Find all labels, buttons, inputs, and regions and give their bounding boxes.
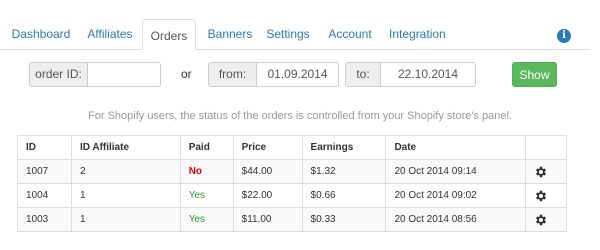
cell-price: $22.00 [232,183,303,208]
column-header-affiliate: ID Affiliate [70,135,181,160]
cell-id: 1003 [17,207,72,232]
cell-id: 1007 [17,159,72,184]
cell-date: 20 Oct 2014 09:14 [385,159,527,184]
column-header-price: Price [232,135,303,160]
gear-icon[interactable] [534,165,548,179]
orders-table: ID ID Affiliate Paid Price Earnings Date… [17,135,567,232]
table-row: 1004 1 Yes $22.00 $0.66 20 Oct 2014 09:0… [17,183,567,208]
show-button[interactable]: Show [512,62,557,87]
or-separator: or [181,67,192,81]
cell-date: 20 Oct 2014 09:02 [385,183,527,208]
cell-earnings: $1.32 [301,159,387,184]
cell-earnings: $0.33 [301,207,387,232]
shopify-notice: For Shopify users, the status of the ord… [88,110,512,122]
cell-paid: Yes [179,183,234,208]
from-date-input[interactable]: 01.09.2014 [257,62,339,87]
cell-price: $11.00 [232,207,303,232]
cell-price: $44.00 [232,159,303,184]
info-icon[interactable]: i [557,29,571,43]
cell-affiliate: 1 [70,207,181,232]
tab-settings[interactable]: Settings [266,18,310,50]
column-header-paid: Paid [179,135,234,160]
cell-paid: Yes [179,207,234,232]
to-date-input[interactable]: 22.10.2014 [381,62,476,87]
from-label: from: [208,62,257,87]
cell-affiliate: 2 [70,159,181,184]
order-id-input[interactable] [88,62,161,87]
table-row: 1003 1 Yes $11.00 $0.33 20 Oct 2014 08:5… [17,207,567,232]
tab-dashboard[interactable]: Dashboard [10,18,72,50]
order-id-label: order ID: [29,62,88,87]
cell-date: 20 Oct 2014 08:56 [385,207,527,232]
tab-banners[interactable]: Banners [205,18,255,50]
cell-id: 1004 [17,183,72,208]
cell-paid: No [179,159,234,184]
table-header-row: ID ID Affiliate Paid Price Earnings Date [17,135,567,160]
table-row: 1007 2 No $44.00 $1.32 20 Oct 2014 09:14 [17,159,567,184]
tab-orders[interactable]: Orders [142,19,196,50]
column-header-actions [525,135,567,160]
tab-integration[interactable]: Integration [389,18,446,50]
tab-affiliates[interactable]: Affiliates [84,18,136,50]
column-header-earnings: Earnings [301,135,387,160]
column-header-date: Date [385,135,527,160]
cell-actions [525,159,567,184]
gear-icon[interactable] [534,189,548,203]
column-header-id: ID [17,135,72,160]
cell-earnings: $0.66 [301,183,387,208]
cell-actions [525,183,567,208]
gear-icon[interactable] [534,213,548,227]
nav-tabs: Dashboard Affiliates Orders Banners Sett… [0,0,600,50]
cell-actions [525,207,567,232]
cell-affiliate: 1 [70,183,181,208]
tab-account[interactable]: Account [328,18,372,50]
to-label: to: [345,62,381,87]
